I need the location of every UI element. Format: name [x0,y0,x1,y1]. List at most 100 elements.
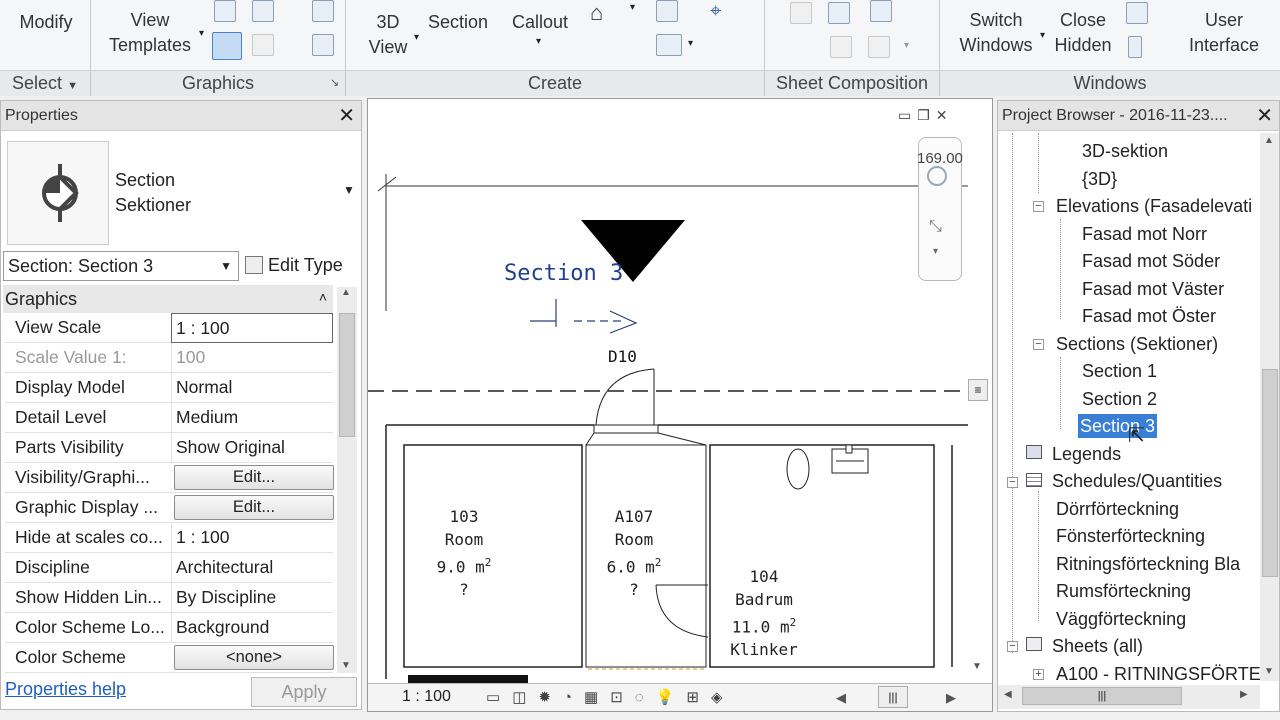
tree-item-section-2[interactable]: Section 2 [1082,387,1157,411]
dropdown-arrow-icon[interactable]: ▾ [199,28,204,39]
shadows-icon[interactable]: ◔ [563,689,584,706]
scroll-down-icon[interactable]: ▼ [341,660,351,671]
color-scheme-button[interactable]: <none> [174,645,334,670]
dialog-launcher-icon[interactable]: ↘ [330,76,339,89]
edit-type-button[interactable]: Edit Type [245,251,343,281]
graphics-group-header[interactable]: Graphics ˄ [3,285,333,313]
navigation-bar[interactable]: 169.00 ⤡ ▾ [917,137,963,281]
browser-horizontal-scrollbar[interactable]: ◀ ||| ▶ [998,685,1260,709]
section-tag-label[interactable]: Section 3 [504,261,623,286]
scroll-up-icon[interactable]: ▲ [341,287,351,298]
reveal-hidden-icon[interactable]: 💡 [656,689,687,706]
tree-item-section-1[interactable]: Section 1 [1082,359,1157,383]
close-icon[interactable]: ✕ [936,107,954,123]
apply-button[interactable]: Apply [251,677,357,707]
scroll-right-icon[interactable]: ▶ [946,690,956,706]
tree-item-schedules[interactable]: Schedules/Quantities [1052,469,1222,493]
3d-view-button[interactable]: 3D View [358,10,418,60]
cloud-icon[interactable] [312,0,334,22]
plan-view-icon[interactable]: ⌖ [710,0,721,23]
show-crop-icon[interactable]: ⊡ [610,689,635,706]
switch-windows-button[interactable]: Switch Windows [948,8,1044,58]
browser-vertical-scrollbar[interactable]: ▲ ▼ [1260,133,1279,681]
dropdown-arrow-icon[interactable]: ▾ [630,2,635,13]
property-value[interactable]: Show Original [171,433,333,463]
scroll-down-icon[interactable]: ▼ [1264,666,1274,677]
filter-icon[interactable] [312,34,334,56]
view-icon[interactable] [828,2,850,24]
sheet-icon[interactable] [790,2,812,24]
collapse-toggle-icon[interactable]: − [1007,641,1018,652]
dropdown-arrow-icon[interactable]: ▾ [904,40,909,51]
properties-help-link[interactable]: Properties help [5,679,126,700]
scroll-right-icon[interactable]: ▶ [1240,689,1248,700]
scroll-thumb[interactable] [1262,369,1278,577]
scroll-up-icon[interactable]: ▲ [1264,135,1274,146]
canvas-scroll-thumb[interactable]: ≡ [968,379,988,401]
hide-icon[interactable] [214,0,236,22]
section-button[interactable]: Section [420,10,496,35]
tree-item-vaggforteckning[interactable]: Väggförteckning [1056,607,1186,631]
instance-selector[interactable]: Section: Section 3 ▼ [3,251,239,281]
minimize-icon[interactable]: ▭ [898,107,917,123]
tree-item-3d-sektion[interactable]: 3D-sektion [1082,139,1168,163]
sun-path-icon[interactable]: ✹ [538,689,563,706]
tree-item-fasad-norr[interactable]: Fasad mot Norr [1082,222,1207,246]
scroll-left-icon[interactable]: ◀ [836,690,846,706]
type-selector-dropdown-icon[interactable]: ▼ [343,183,355,197]
properties-scrollbar[interactable]: ▲ ▼ [337,287,357,673]
select-panel-label[interactable]: Select ▼ [0,70,90,96]
detail-level-icon[interactable]: ▭ [486,689,512,706]
door-tag[interactable]: D10 [608,347,637,366]
tree-item-3d[interactable]: {3D} [1082,167,1117,191]
tree-item-elevations[interactable]: Elevations (Fasadelevati [1056,194,1252,218]
close-icon[interactable]: ✕ [1256,101,1273,131]
room-tag-103[interactable]: 103 Room 9.0 m2 ? [424,505,504,601]
edit-button[interactable]: Edit... [174,495,334,520]
expand-toggle-icon[interactable]: + [1033,669,1044,680]
collapse-toggle-icon[interactable]: − [1033,201,1044,212]
analytical-icon[interactable]: ◈ [711,689,735,706]
scroll-down-icon[interactable]: ▼ [972,661,982,672]
tree-item-fasad-vaster[interactable]: Fasad mot Väster [1082,277,1224,301]
tree-item-sheets[interactable]: Sheets (all) [1052,634,1143,658]
edit-button[interactable]: Edit... [174,465,334,490]
scroll-left-icon[interactable]: ◀ [1004,689,1012,700]
property-value[interactable]: Medium [171,403,333,433]
show-hidden-lines-icon[interactable] [252,34,274,56]
chevron-down-icon[interactable]: ▾ [933,246,938,257]
dropdown-arrow-icon[interactable]: ▾ [536,36,541,47]
tree-item-legends[interactable]: Legends [1052,442,1121,466]
steering-wheel-icon[interactable] [927,166,947,186]
close-icon[interactable]: ✕ [338,101,355,131]
tree-item-fasad-soder[interactable]: Fasad mot Söder [1082,249,1220,273]
visual-style-icon[interactable]: ◫ [512,689,538,706]
collapse-toggle-icon[interactable]: − [1033,339,1044,350]
cascade-icon[interactable] [1126,2,1148,24]
tree-item-rumsforteckning[interactable]: Rumsförteckning [1056,579,1191,603]
tree-item-fasad-oster[interactable]: Fasad mot Öster [1082,304,1216,328]
room-tag-104[interactable]: 104 Badrum 11.0 m2 Klinker [720,565,808,661]
zoom-icon[interactable]: ⤡ [929,218,942,236]
tree-item-section-3[interactable]: Section 3 [1078,414,1158,438]
temporary-hide-icon[interactable]: ◌ [635,689,656,706]
schedules-icon[interactable] [656,34,682,56]
tree-item-sections[interactable]: Sections (Sektioner) [1056,332,1218,356]
lock-3d-icon[interactable]: ⊞ [686,689,711,706]
home-icon[interactable]: ⌂ [590,0,603,26]
drawing-area[interactable]: Section 3 D10 103 Room 9.0 m2 ? A107 Roo… [367,98,993,712]
close-hidden-button[interactable]: Close Hidden [1046,8,1120,58]
scroll-thumb[interactable] [339,313,355,437]
user-interface-button[interactable]: User Interface [1176,8,1272,58]
collapse-toggle-icon[interactable]: − [1007,477,1018,488]
modify-button[interactable]: Modify [6,10,86,35]
dropdown-arrow-icon[interactable]: ▾ [1040,30,1045,41]
property-value[interactable]: Normal [171,373,333,403]
horizontal-scroll-thumb[interactable]: ||| [878,686,908,708]
crop-view-icon[interactable]: ▦ [584,689,610,706]
tree-item-ritningsforteckning[interactable]: Ritningsförteckning Bla [1056,552,1240,576]
guide-grid-icon[interactable] [830,36,852,58]
dropdown-arrow-icon[interactable]: ▾ [414,32,419,43]
view-templates-button[interactable]: View Templates [100,8,200,58]
scroll-thumb[interactable]: ||| [1022,687,1182,705]
